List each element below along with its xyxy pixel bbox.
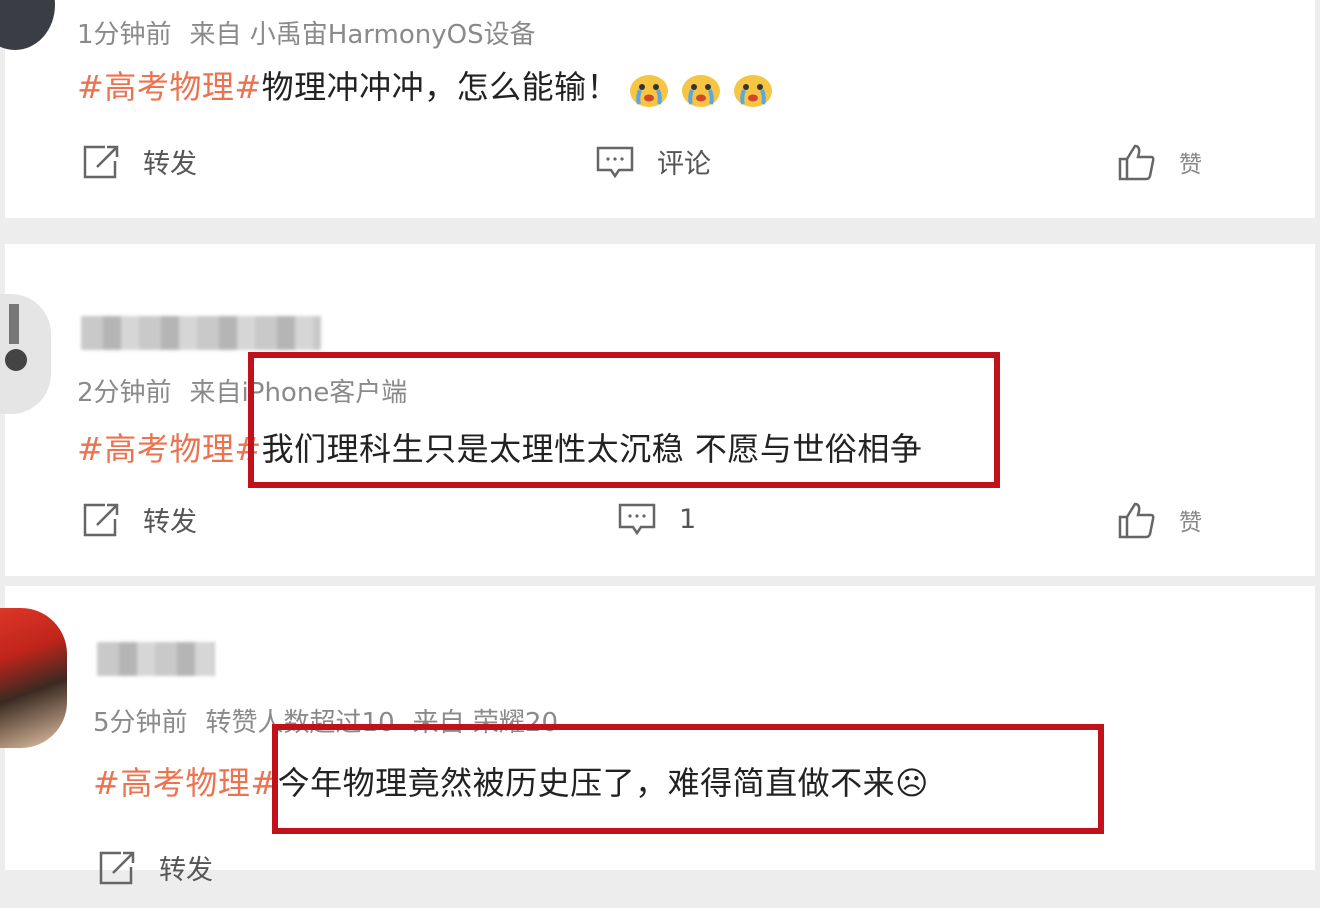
post-time[interactable]: 5分钟前 [93, 708, 188, 738]
post-meta: 1分钟前 来自 小禹宙HarmonyOS设备 [77, 14, 554, 51]
hashtag-link[interactable]: #高考物理# [77, 430, 262, 468]
avatar[interactable] [0, 608, 67, 748]
hashtag-link[interactable]: #高考物理# [93, 764, 278, 802]
post-source: 来自 小禹宙HarmonyOS设备 [189, 20, 536, 50]
post-time[interactable]: 2分钟前 [77, 378, 172, 408]
highlight-box [248, 352, 1000, 488]
repost-icon [83, 145, 119, 178]
post-actions: 转发 1 赞 [5, 500, 1315, 560]
repost-label: 转发 [143, 149, 197, 180]
repost-button[interactable]: 转发 [81, 142, 197, 181]
comment-count: 1 [679, 503, 697, 535]
post-card-1: 1分钟前 来自 小禹宙HarmonyOS设备 #高考物理#物理冲冲冲，怎么能输！ … [0, 0, 1315, 218]
post-content: #高考物理#物理冲冲冲，怎么能输！ [77, 62, 775, 109]
repost-button[interactable]: 转发 [81, 500, 197, 539]
like-label: 赞 [1179, 510, 1202, 536]
crying-face-emoji-icon [619, 68, 775, 107]
post-time[interactable]: 1分钟前 [77, 20, 172, 50]
hashtag-link[interactable]: #高考物理# [77, 68, 262, 106]
avatar[interactable] [0, 294, 51, 414]
repost-label: 转发 [143, 507, 197, 538]
comment-button[interactable]: 1 [617, 500, 696, 538]
comment-icon [596, 146, 634, 178]
repost-button[interactable]: 转发 [97, 848, 213, 887]
avatar[interactable] [0, 0, 55, 50]
post-text: 物理冲冲冲，怎么能输！ [261, 68, 620, 106]
repost-label: 转发 [159, 855, 213, 886]
thumbs-up-icon [1118, 502, 1155, 539]
highlight-box [272, 724, 1104, 834]
comment-label: 评论 [657, 149, 711, 180]
like-button[interactable]: 赞 [1117, 500, 1202, 540]
comment-icon [618, 503, 656, 536]
post-actions: 转发 评论 赞 [5, 142, 1315, 202]
repost-icon [83, 503, 119, 536]
repost-icon [99, 851, 135, 884]
post-actions: 转发 [5, 848, 1315, 908]
username-blurred[interactable] [97, 642, 215, 676]
comment-button[interactable]: 评论 [595, 142, 711, 181]
thumbs-up-icon [1118, 144, 1155, 181]
username-blurred[interactable] [81, 316, 321, 350]
like-button[interactable]: 赞 [1117, 142, 1202, 182]
like-label: 赞 [1179, 152, 1202, 178]
